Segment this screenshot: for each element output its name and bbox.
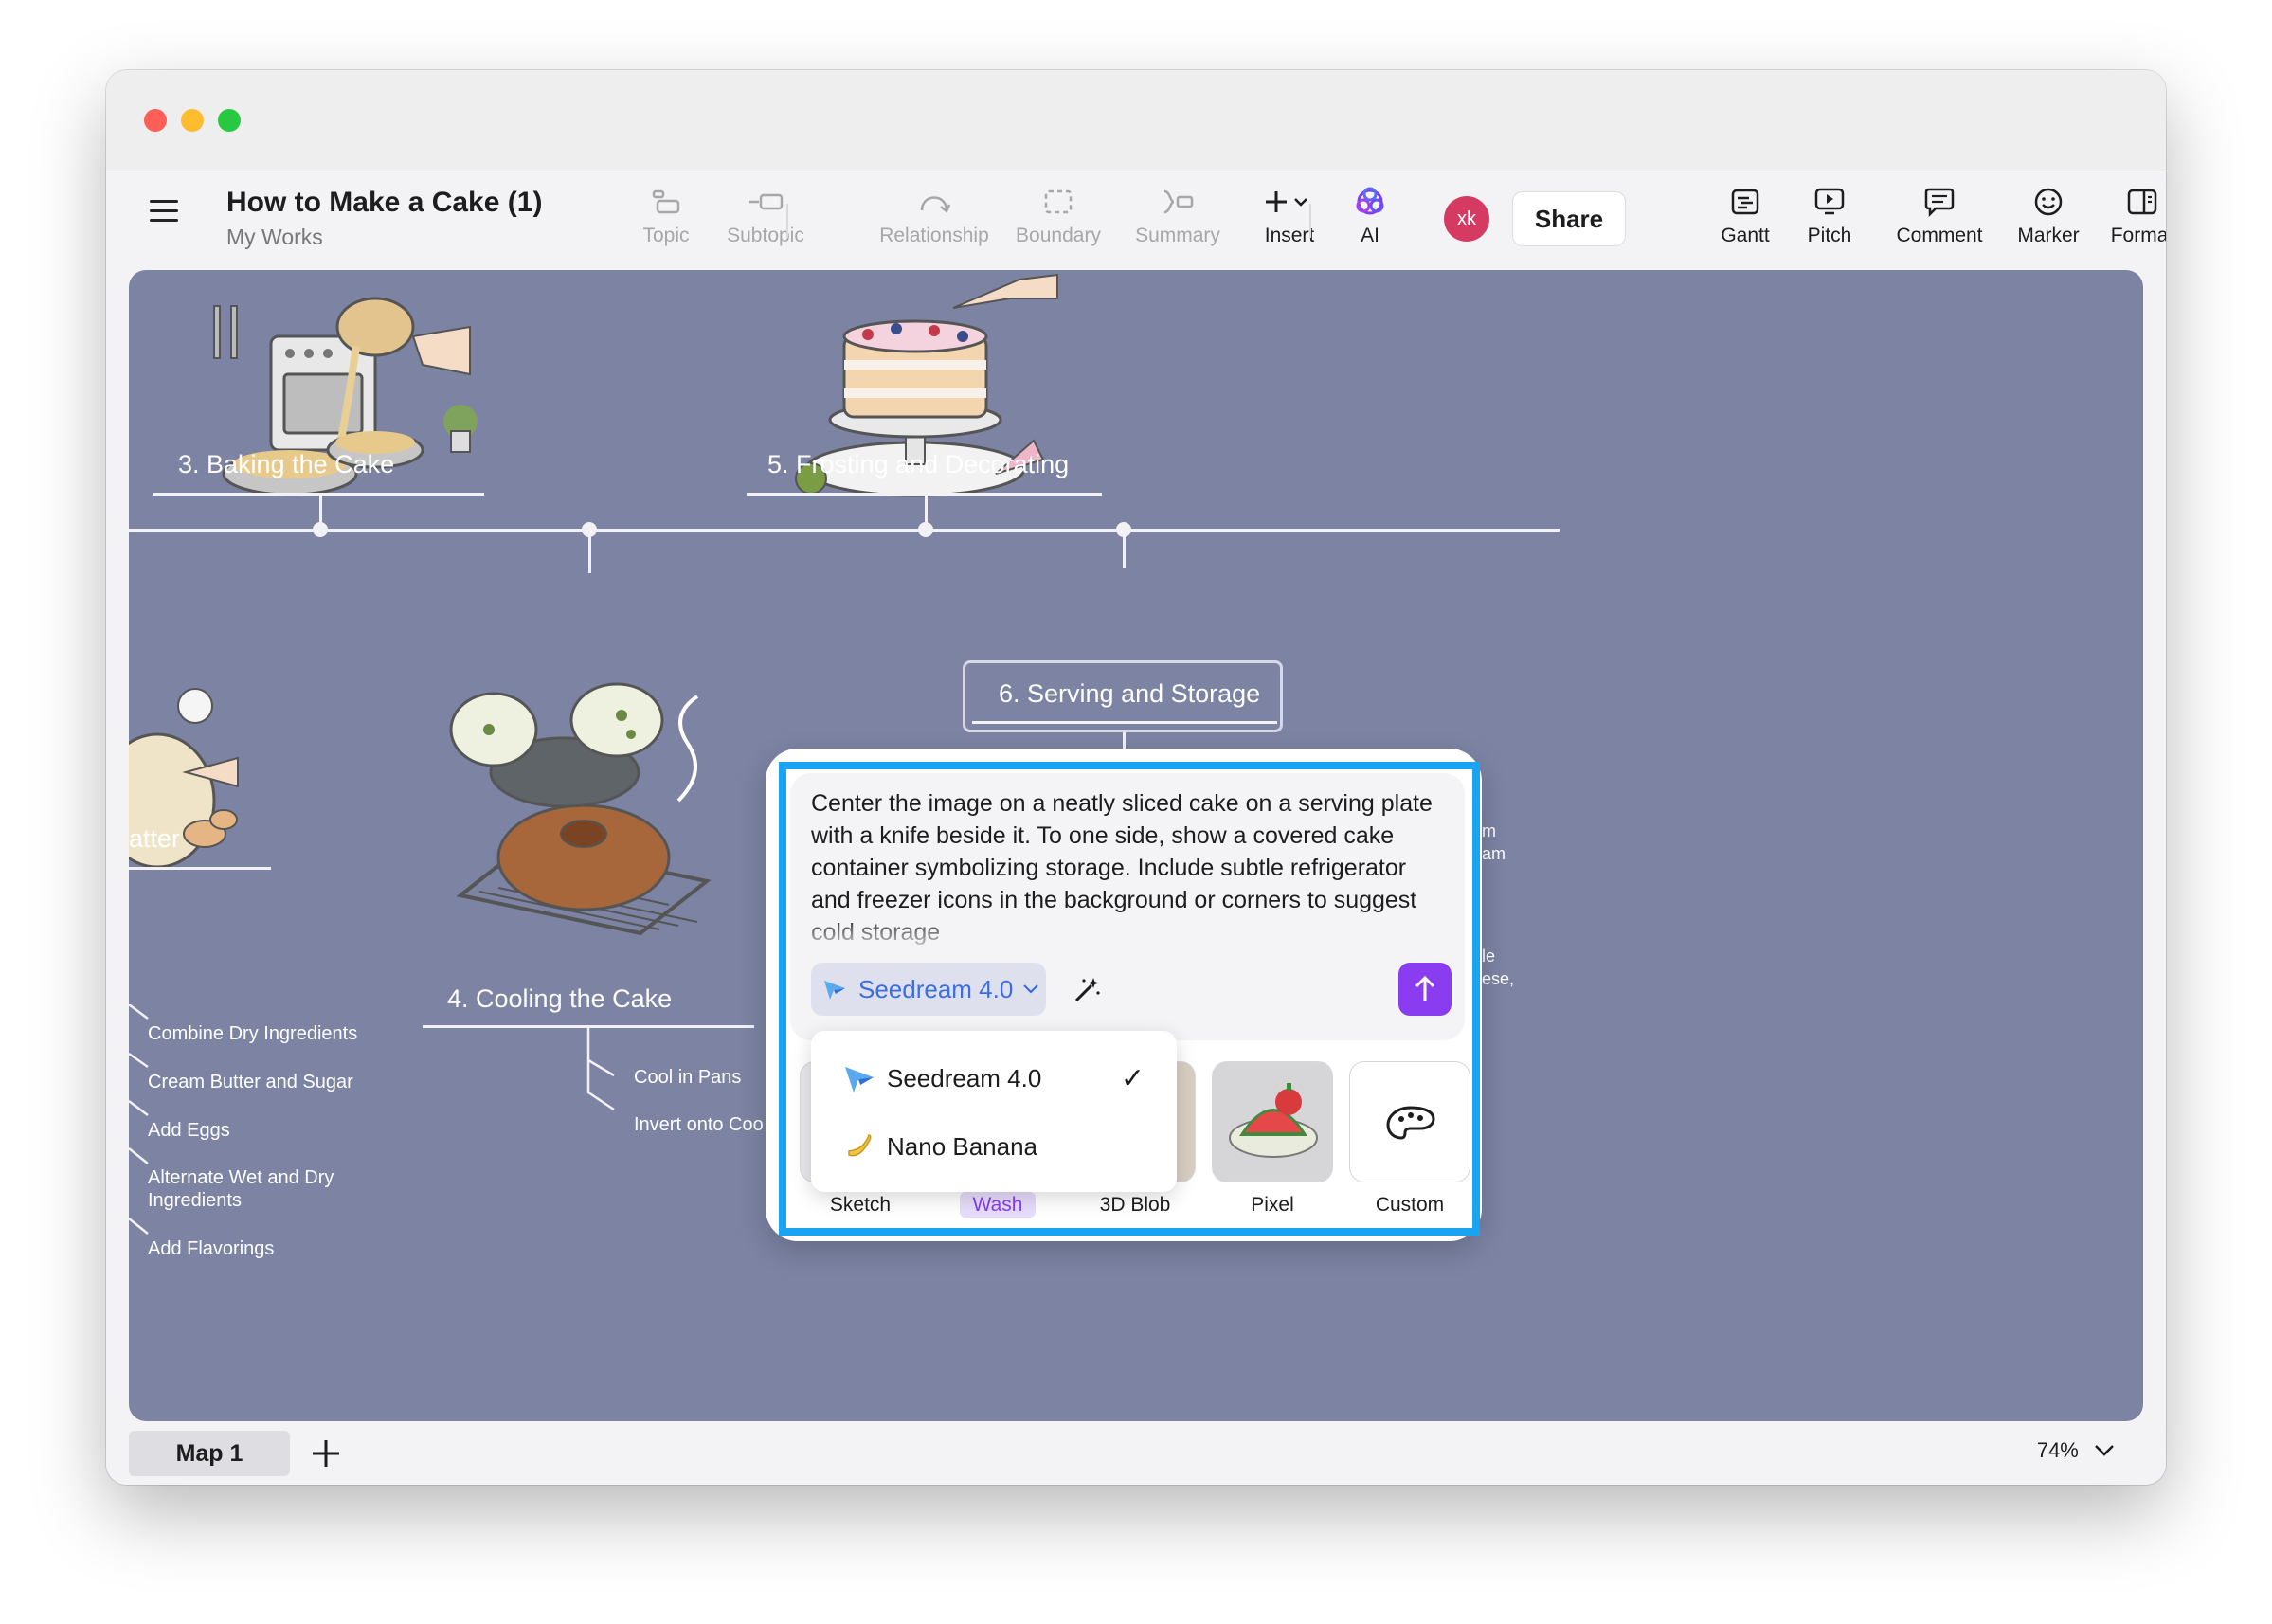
topic-underline (153, 493, 484, 496)
topic-cooling-the-cake[interactable]: 4. Cooling the Cake (447, 984, 672, 1014)
ai-button[interactable]: AI (1332, 183, 1408, 247)
insert-label: Insert (1264, 225, 1315, 246)
gantt-label: Gantt (1721, 225, 1770, 246)
pitch-icon (1792, 183, 1867, 221)
cooling-illustration[interactable] (442, 677, 726, 962)
zoom-window-button[interactable] (218, 109, 241, 132)
format-panel-icon (2100, 183, 2166, 221)
topic-underline (129, 867, 271, 870)
chevron-down-icon (2095, 1445, 2114, 1456)
share-button[interactable]: Share (1512, 191, 1626, 246)
document-title[interactable]: How to Make a Cake (1) (226, 187, 542, 219)
zoom-control[interactable]: 74% (2037, 1438, 2115, 1463)
topic-batter[interactable]: atter (129, 824, 180, 854)
plus-chevron-icon (1237, 183, 1342, 221)
subtopic-icon (713, 183, 818, 221)
comment-button[interactable]: Comment (1887, 183, 1992, 247)
pitch-button[interactable]: Pitch (1792, 183, 1867, 247)
gantt-button[interactable]: Gantt (1707, 183, 1783, 247)
add-sheet-icon[interactable] (307, 1431, 345, 1476)
connector-line (588, 531, 591, 573)
connector-line (1123, 531, 1126, 568)
marker-button[interactable]: Marker (2001, 183, 2096, 247)
relationship-label: Relationship (879, 225, 989, 246)
timeline-connector (129, 529, 1560, 532)
ai-label: AI (1361, 225, 1379, 246)
connector-node (313, 522, 328, 537)
subtopic-alternate-wet-dry-cont[interactable]: Ingredients (148, 1189, 242, 1212)
hamburger-menu-icon[interactable] (150, 200, 178, 225)
toolbar-divider (786, 204, 788, 238)
focus-highlight-frame (779, 762, 1480, 1236)
batter-branches (129, 1004, 149, 1235)
smiley-marker-icon (2001, 183, 2096, 221)
summary-icon (1126, 183, 1230, 221)
topic-icon (614, 183, 718, 221)
summary-button[interactable]: Summary (1126, 183, 1230, 247)
relationship-button[interactable]: Relationship (875, 183, 993, 247)
gantt-icon (1707, 183, 1783, 221)
zoom-level: 74% (2036, 1438, 2079, 1462)
subtopic-add-flavorings[interactable]: Add Flavorings (148, 1237, 274, 1260)
topic-frosting-and-decorating[interactable]: 5. Frosting and Decorating (767, 450, 1069, 479)
subtopic-combine-dry[interactable]: Combine Dry Ingredients (148, 1022, 357, 1045)
boundary-button[interactable]: Boundary (1006, 183, 1110, 247)
subtopic-button[interactable]: Subtopic (713, 183, 818, 247)
subtopic-invert-onto-cooling-rack[interactable]: Invert onto Coo (634, 1113, 764, 1136)
toolbar: How to Make a Cake (1) My Works Topic Su… (106, 171, 2166, 266)
toolbar-divider (1309, 204, 1311, 238)
pitch-label: Pitch (1807, 225, 1852, 246)
frosting-illustration[interactable] (773, 270, 1067, 516)
minimize-window-button[interactable] (181, 109, 204, 132)
comment-icon (1887, 183, 1992, 221)
topic-underline (972, 721, 1277, 724)
subtopic-cream-butter[interactable]: Cream Butter and Sugar (148, 1071, 353, 1093)
connector-node (918, 522, 933, 537)
subtopic-label: Subtopic (727, 225, 804, 246)
sheet-tab-map-1[interactable]: Map 1 (129, 1431, 290, 1476)
user-avatar[interactable]: xk (1444, 196, 1489, 242)
bottom-bar: Map 1 74% (106, 1421, 2166, 1485)
summary-label: Summary (1135, 225, 1220, 246)
topic-button[interactable]: Topic (614, 183, 718, 247)
marker-label: Marker (2017, 225, 2080, 246)
topic-baking-the-cake[interactable]: 3. Baking the Cake (178, 450, 394, 479)
subtopic-cool-in-pans[interactable]: Cool in Pans (634, 1066, 741, 1089)
boundary-icon (1006, 183, 1110, 221)
boundary-label: Boundary (1016, 225, 1101, 246)
insert-button[interactable]: Insert (1237, 183, 1342, 247)
document-location[interactable]: My Works (226, 225, 323, 250)
ai-sparkle-icon (1332, 183, 1408, 221)
close-window-button[interactable] (144, 109, 167, 132)
relationship-icon (875, 183, 993, 221)
baking-illustration[interactable] (186, 270, 489, 535)
topic-serving-and-storage[interactable]: 6. Serving and Storage (999, 679, 1260, 709)
format-label: Format (2110, 225, 2166, 246)
title-bar (106, 70, 2166, 171)
format-button[interactable]: Format (2100, 183, 2166, 247)
subtopic-add-eggs[interactable]: Add Eggs (148, 1119, 230, 1142)
comment-label: Comment (1896, 225, 1983, 246)
subtopic-alternate-wet-dry[interactable]: Alternate Wet and Dry (148, 1166, 334, 1189)
topic-label: Topic (642, 225, 690, 246)
